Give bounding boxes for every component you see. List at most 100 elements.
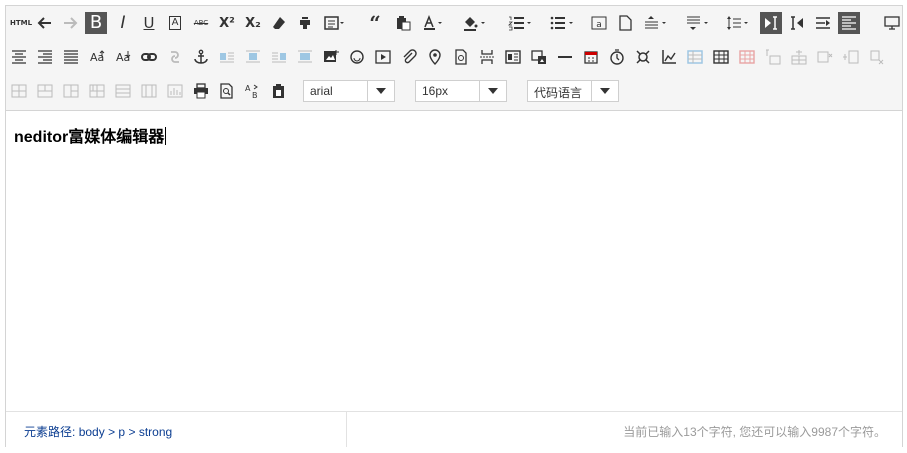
unlink-icon — [167, 49, 183, 65]
image-right-button[interactable] — [268, 46, 290, 68]
delete-col-button[interactable] — [866, 46, 888, 68]
split-to-rows-button[interactable] — [112, 80, 134, 102]
insert-frame-doc-button[interactable] — [450, 46, 472, 68]
insert-col-button[interactable] — [840, 46, 862, 68]
word-image-button[interactable] — [658, 46, 680, 68]
touppercase-button[interactable]: Aa — [86, 46, 108, 68]
ordered-list-button[interactable] — [504, 12, 536, 34]
redo-icon — [62, 15, 78, 31]
italic-button[interactable]: I — [112, 12, 134, 34]
path-item-strong[interactable]: strong — [139, 425, 172, 439]
split-to-cols-button[interactable] — [138, 80, 160, 102]
editor-content-area[interactable]: neditor富媒体编辑器 — [6, 111, 902, 411]
attachment-button[interactable] — [398, 46, 420, 68]
link-button[interactable] — [138, 46, 160, 68]
image-none-button[interactable] — [216, 46, 238, 68]
eraser-button[interactable] — [268, 12, 290, 34]
table-disabled-icon — [687, 49, 703, 65]
emotion-button[interactable] — [346, 46, 368, 68]
bold-button[interactable]: B — [85, 12, 107, 34]
anchor-button[interactable] — [190, 46, 212, 68]
superscript-button[interactable]: X² — [216, 12, 238, 34]
justify-left-button[interactable] — [838, 12, 860, 34]
unordered-list-button[interactable] — [546, 12, 578, 34]
image-center-button[interactable] — [294, 46, 316, 68]
search-replace-button[interactable]: AB — [242, 80, 264, 102]
background-button[interactable] — [528, 46, 550, 68]
insert-row-button[interactable] — [684, 46, 706, 68]
template-button[interactable] — [502, 46, 524, 68]
strikethrough-button[interactable]: ABC — [190, 12, 212, 34]
horizontal-rule-button[interactable] — [554, 46, 576, 68]
code-language-select[interactable]: 代码语言 — [527, 80, 619, 102]
font-border-button[interactable]: A — [164, 12, 186, 34]
editor-paragraph[interactable]: neditor富媒体编辑器 — [14, 123, 167, 147]
merge-right-button[interactable] — [34, 80, 56, 102]
printer-icon — [193, 83, 209, 99]
insert-date-button[interactable] — [580, 46, 602, 68]
anchor-icon — [193, 49, 209, 65]
charts-button[interactable] — [164, 80, 186, 102]
auto-typeset-button[interactable] — [320, 12, 350, 34]
paste-plain-button[interactable] — [392, 12, 414, 34]
auto-save-button[interactable] — [268, 80, 290, 102]
background-icon — [531, 49, 547, 65]
line-height-button[interactable] — [722, 12, 754, 34]
html-source-button[interactable]: HTML — [8, 12, 34, 34]
direction-ltr-button[interactable] — [760, 12, 782, 34]
map-button[interactable] — [424, 46, 446, 68]
blockquote-button[interactable]: “ — [364, 11, 386, 35]
split-to-cells-button[interactable] — [86, 80, 108, 102]
split-rows-icon — [115, 83, 131, 99]
format-brush-button[interactable] — [294, 12, 316, 34]
preview-button[interactable] — [881, 12, 903, 34]
justify-center-button[interactable] — [8, 46, 30, 68]
preview-doc-button[interactable] — [216, 80, 238, 102]
justify-justify-button[interactable] — [60, 46, 82, 68]
unlink-button[interactable] — [164, 46, 186, 68]
insert-video-button[interactable] — [372, 46, 394, 68]
page-break-2-button[interactable] — [476, 46, 498, 68]
background-color-button[interactable] — [458, 12, 492, 34]
insert-row-table-button[interactable] — [788, 46, 810, 68]
direction-rtl-button[interactable] — [786, 12, 808, 34]
font-size-select[interactable]: 16px — [415, 80, 507, 102]
paragraph-before-table-icon — [765, 49, 781, 65]
merge-down-button[interactable] — [60, 80, 82, 102]
insert-image-button[interactable] — [320, 46, 342, 68]
element-path-label: 元素路径: — [24, 425, 76, 439]
justify-right-button[interactable] — [34, 46, 56, 68]
subscript-button[interactable]: X₂ — [242, 12, 264, 34]
merge-cells-button[interactable] — [8, 80, 30, 102]
tolowercase-button[interactable]: Aa — [112, 46, 134, 68]
insert-time-button[interactable] — [606, 46, 628, 68]
undo-button[interactable] — [34, 12, 56, 34]
toolbar-row-3: AB arial 16px 代码语言 — [6, 76, 902, 106]
template-icon — [505, 49, 521, 65]
font-color-button[interactable] — [418, 12, 448, 34]
underline-button[interactable]: U — [138, 12, 160, 34]
delete-table-button[interactable] — [736, 46, 758, 68]
print-button[interactable] — [190, 80, 212, 102]
ordered-list-icon — [508, 15, 532, 31]
path-item-p[interactable]: p — [118, 425, 125, 439]
path-item-body[interactable]: body — [79, 425, 105, 439]
delete-row-button[interactable] — [814, 46, 836, 68]
redo-button[interactable] — [59, 12, 81, 34]
underline-label: U — [143, 13, 155, 32]
paragraph-spacing-top-button[interactable] — [640, 12, 672, 34]
rtl-icon — [789, 15, 805, 31]
paragraph-spacing-bottom-button[interactable] — [682, 12, 714, 34]
indent-icon — [815, 15, 831, 31]
image-left-button[interactable] — [242, 46, 264, 68]
insert-table-button[interactable] — [710, 46, 732, 68]
font-family-select[interactable]: arial — [303, 80, 395, 102]
bold-text: neditor富媒体编辑器 — [14, 129, 165, 146]
insert-paragraph-before-table-button[interactable] — [762, 46, 784, 68]
svg-text:A: A — [245, 84, 251, 93]
page-break-button[interactable] — [614, 12, 636, 34]
indent-button[interactable] — [812, 12, 834, 34]
special-chars-button[interactable] — [632, 46, 654, 68]
insert-frame-button[interactable]: a — [588, 12, 610, 34]
image-right-icon — [271, 49, 287, 65]
